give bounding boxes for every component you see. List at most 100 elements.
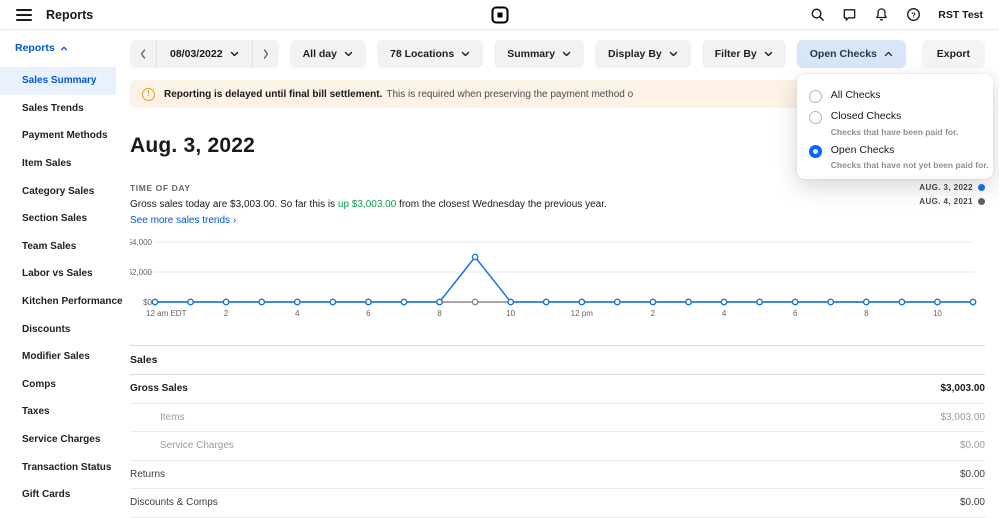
legend-dot-icon — [978, 184, 985, 191]
positive-change-value: up $3,003.00 — [338, 199, 396, 210]
svg-text:4: 4 — [722, 309, 727, 318]
sidebar-item-taxes[interactable]: Taxes — [0, 398, 116, 426]
filter-button-display-by[interactable]: Display By — [595, 40, 691, 68]
sales-table-header: Sales — [130, 345, 985, 375]
sidebar-item-section-sales[interactable]: Section Sales — [0, 205, 116, 233]
chevron-down-icon — [669, 51, 678, 57]
next-day-button[interactable] — [252, 40, 279, 68]
svg-text:6: 6 — [366, 309, 371, 318]
table-row-discounts-comps: Discounts & Comps $0.00 — [130, 489, 985, 518]
sidebar-item-gift-cards[interactable]: Gift Cards — [0, 481, 116, 509]
sidebar-item-modifier-sales[interactable]: Modifier Sales — [0, 343, 116, 371]
legend-dot-icon — [978, 198, 985, 205]
filter-button-label: 78 Locations — [390, 48, 454, 60]
filter-button-label: Open Checks — [810, 48, 877, 60]
radio-icon — [809, 111, 822, 124]
row-label: Service Charges — [160, 440, 234, 451]
filter-button-78-locations[interactable]: 78 Locations — [377, 40, 483, 68]
svg-text:$0: $0 — [143, 298, 152, 307]
legend-item-aug-3-2022: AUG. 3, 2022 — [919, 183, 985, 192]
help-icon[interactable]: ? — [906, 7, 921, 22]
radio-selected-icon — [809, 145, 822, 158]
messages-icon[interactable] — [842, 7, 857, 22]
filter-button-open-checks[interactable]: Open ChecksAll ChecksClosed ChecksChecks… — [797, 40, 906, 68]
chevron-down-icon — [230, 51, 239, 57]
svg-text:$4,000: $4,000 — [130, 238, 153, 247]
row-value: $3,003.00 — [941, 412, 986, 423]
checks-option-closed-checks[interactable]: Closed Checks Checks that have been paid … — [797, 103, 993, 137]
sidebar-item-team-sales[interactable]: Team Sales — [0, 233, 116, 261]
sidebar-item-custom-reports[interactable]: Custom Reports — [0, 509, 116, 518]
table-row-service-charges: Service Charges $0.00 — [130, 432, 985, 461]
chevron-down-icon — [562, 51, 571, 57]
filter-button-summary[interactable]: Summary — [494, 40, 584, 68]
filter-button-label: Display By — [608, 48, 662, 60]
filter-button-label: All day — [303, 48, 337, 60]
chevron-down-icon — [764, 51, 773, 57]
sidebar-item-category-sales[interactable]: Category Sales — [0, 177, 116, 205]
svg-text:12 am EDT: 12 am EDT — [146, 309, 187, 318]
sidebar-item-kitchen-performance[interactable]: Kitchen Performance — [0, 288, 116, 316]
filter-button-filter-by[interactable]: Filter By — [702, 40, 786, 68]
row-label: Discounts & Comps — [130, 497, 218, 508]
svg-text:$2,000: $2,000 — [130, 268, 153, 277]
main-content: 08/03/2022 All day 78 Locations Summary Dis… — [116, 30, 999, 518]
sidebar-item-labor-vs-sales[interactable]: Labor vs Sales — [0, 260, 116, 288]
checks-option-description: Checks that have not yet been paid for. — [831, 160, 989, 170]
chevron-right-icon — [263, 49, 269, 59]
sidebar-item-sales-trends[interactable]: Sales Trends — [0, 95, 116, 123]
sidebar-header-reports[interactable]: Reports — [0, 42, 116, 67]
legend-label: AUG. 3, 2022 — [919, 183, 973, 192]
table-row-returns: Returns$0.00 — [130, 461, 985, 490]
filter-button-all-day[interactable]: All day — [290, 40, 366, 68]
sidebar-nav: Reports Sales SummarySales TrendsPayment… — [0, 30, 116, 518]
sidebar-item-service-charges[interactable]: Service Charges — [0, 426, 116, 454]
row-value: $0.00 — [960, 497, 985, 508]
checks-option-label: Open Checks — [831, 144, 989, 158]
checks-option-open-checks[interactable]: Open Checks Checks that have not yet been… — [797, 137, 993, 171]
time-of-day-label: TIME OF DAY — [130, 183, 985, 193]
current-date: 08/03/2022 — [170, 48, 223, 60]
see-more-sales-trends-link[interactable]: See more sales trends › — [130, 215, 236, 226]
svg-text:6: 6 — [793, 309, 798, 318]
notifications-bell-icon[interactable] — [874, 7, 889, 22]
time-of-day-section: TIME OF DAY Gross sales today are $3,003… — [130, 183, 985, 333]
sales-summary-text: Gross sales today are $3,003.00. So far … — [130, 199, 985, 210]
sidebar-item-discounts[interactable]: Discounts — [0, 315, 116, 343]
app-title: Reports — [46, 8, 93, 22]
report-toolbar: 08/03/2022 All day 78 Locations Summary Dis… — [130, 30, 985, 80]
search-icon[interactable] — [810, 7, 825, 22]
svg-text:10: 10 — [506, 309, 515, 318]
checks-option-all-checks[interactable]: All Checks — [797, 82, 993, 103]
previous-day-button[interactable] — [130, 40, 157, 68]
sidebar-item-sales-summary[interactable]: Sales Summary — [0, 67, 116, 95]
sidebar-item-payment-methods[interactable]: Payment Methods — [0, 122, 116, 150]
legend-item-aug-4-2021: AUG. 4, 2021 — [919, 197, 985, 206]
svg-text:4: 4 — [295, 309, 300, 318]
export-button[interactable]: Export — [922, 40, 985, 68]
chevron-left-icon — [140, 49, 146, 59]
filter-button-label: Filter By — [715, 48, 757, 60]
legend-label: AUG. 4, 2021 — [919, 197, 973, 206]
sales-table-section: Sales Gross Sales$3,003.00Items$3,003.00… — [130, 345, 985, 518]
top-bar: Reports ? RST Test — [0, 0, 999, 30]
checks-option-label: Closed Checks — [831, 110, 959, 124]
time-of-day-chart: $0$2,000$4,00012 am EDT24681012 pm246810 — [130, 234, 985, 333]
chevron-down-icon — [344, 51, 353, 57]
date-picker-button[interactable]: 08/03/2022 — [157, 40, 252, 68]
row-value: $0.00 — [960, 440, 985, 451]
sidebar-item-item-sales[interactable]: Item Sales — [0, 150, 116, 178]
svg-text:?: ? — [911, 10, 916, 19]
chevron-up-icon — [60, 46, 68, 51]
banner-text: Reporting is delayed until final bill se… — [164, 89, 633, 100]
row-label: Returns — [130, 469, 165, 480]
square-logo-icon[interactable] — [491, 6, 508, 23]
checks-option-description: Checks that have been paid for. — [831, 127, 959, 137]
svg-text:2: 2 — [651, 309, 656, 318]
row-value: $3,003.00 — [941, 383, 986, 394]
svg-text:12 pm: 12 pm — [571, 309, 594, 318]
sidebar-item-transaction-status[interactable]: Transaction Status — [0, 453, 116, 481]
hamburger-menu-icon[interactable] — [16, 9, 32, 21]
user-account-button[interactable]: RST Test — [938, 9, 983, 21]
sidebar-item-comps[interactable]: Comps — [0, 371, 116, 399]
